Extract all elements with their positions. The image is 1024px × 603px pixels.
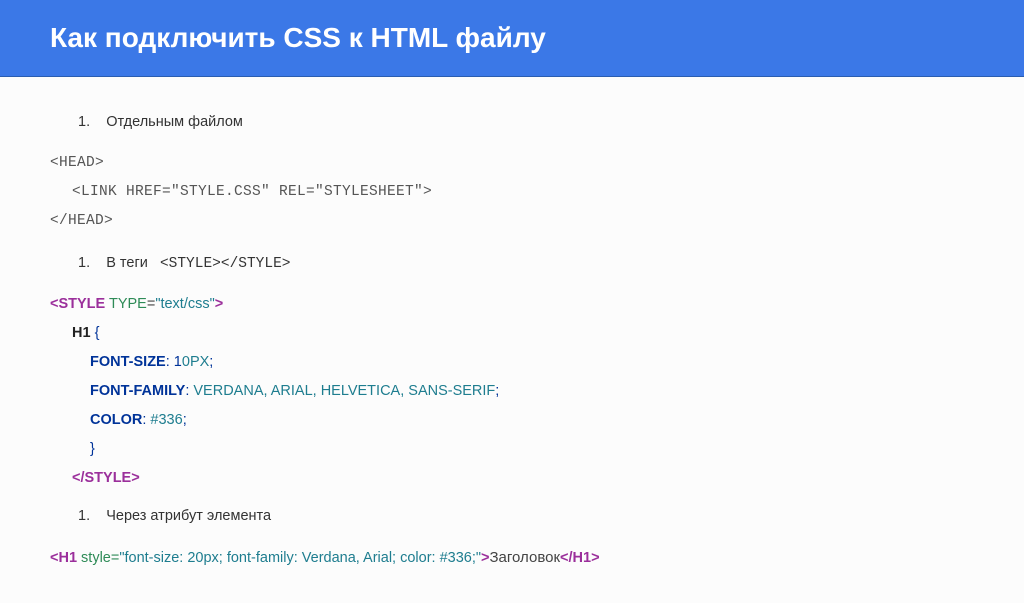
list-item-2: 1. В теги <STYLE></STYLE>	[50, 250, 974, 279]
code-line: </HEAD>	[50, 207, 974, 236]
list-number: 1.	[78, 114, 90, 130]
slide-title: Как подключить CSS к HTML файлу	[50, 22, 974, 54]
code-line: FONT-FAMILY: VERDANA, ARIAL, HELVETICA, …	[50, 377, 974, 406]
code-block-inline: <H1 style="font-size: 20px; font-family:…	[50, 543, 974, 573]
code-line: H1 {	[50, 319, 974, 348]
code-block-head: <HEAD> <LINK HREF="STYLE.CSS" REL="STYLE…	[50, 149, 974, 236]
code-block-style: <STYLE TYPE="text/css"> H1 { FONT-SIZE: …	[50, 290, 974, 493]
code-line: <STYLE TYPE="text/css">	[50, 290, 974, 319]
list-item-3: 1. Через атрибут элемента	[50, 503, 974, 531]
list-label: Отдельным файлом	[106, 114, 243, 130]
slide-content: 1. Отдельным файлом <HEAD> <LINK HREF="S…	[0, 77, 1024, 603]
list-label: Через атрибут элемента	[106, 508, 271, 524]
code-line: </STYLE>	[50, 464, 974, 493]
list-number: 1.	[78, 255, 90, 271]
code-line: <LINK HREF="STYLE.CSS" REL="STYLESHEET">	[50, 178, 974, 207]
list-number: 1.	[78, 508, 90, 524]
code-line: COLOR: #336;	[50, 406, 974, 435]
slide-header: Как подключить CSS к HTML файлу	[0, 0, 1024, 77]
inline-code: <STYLE></STYLE>	[160, 256, 291, 272]
list-label: В теги	[106, 255, 148, 271]
code-line: FONT-SIZE: 10PX;	[50, 348, 974, 377]
code-line: }	[50, 435, 974, 464]
code-line: <HEAD>	[50, 149, 974, 178]
list-item-1: 1. Отдельным файлом	[50, 109, 974, 137]
